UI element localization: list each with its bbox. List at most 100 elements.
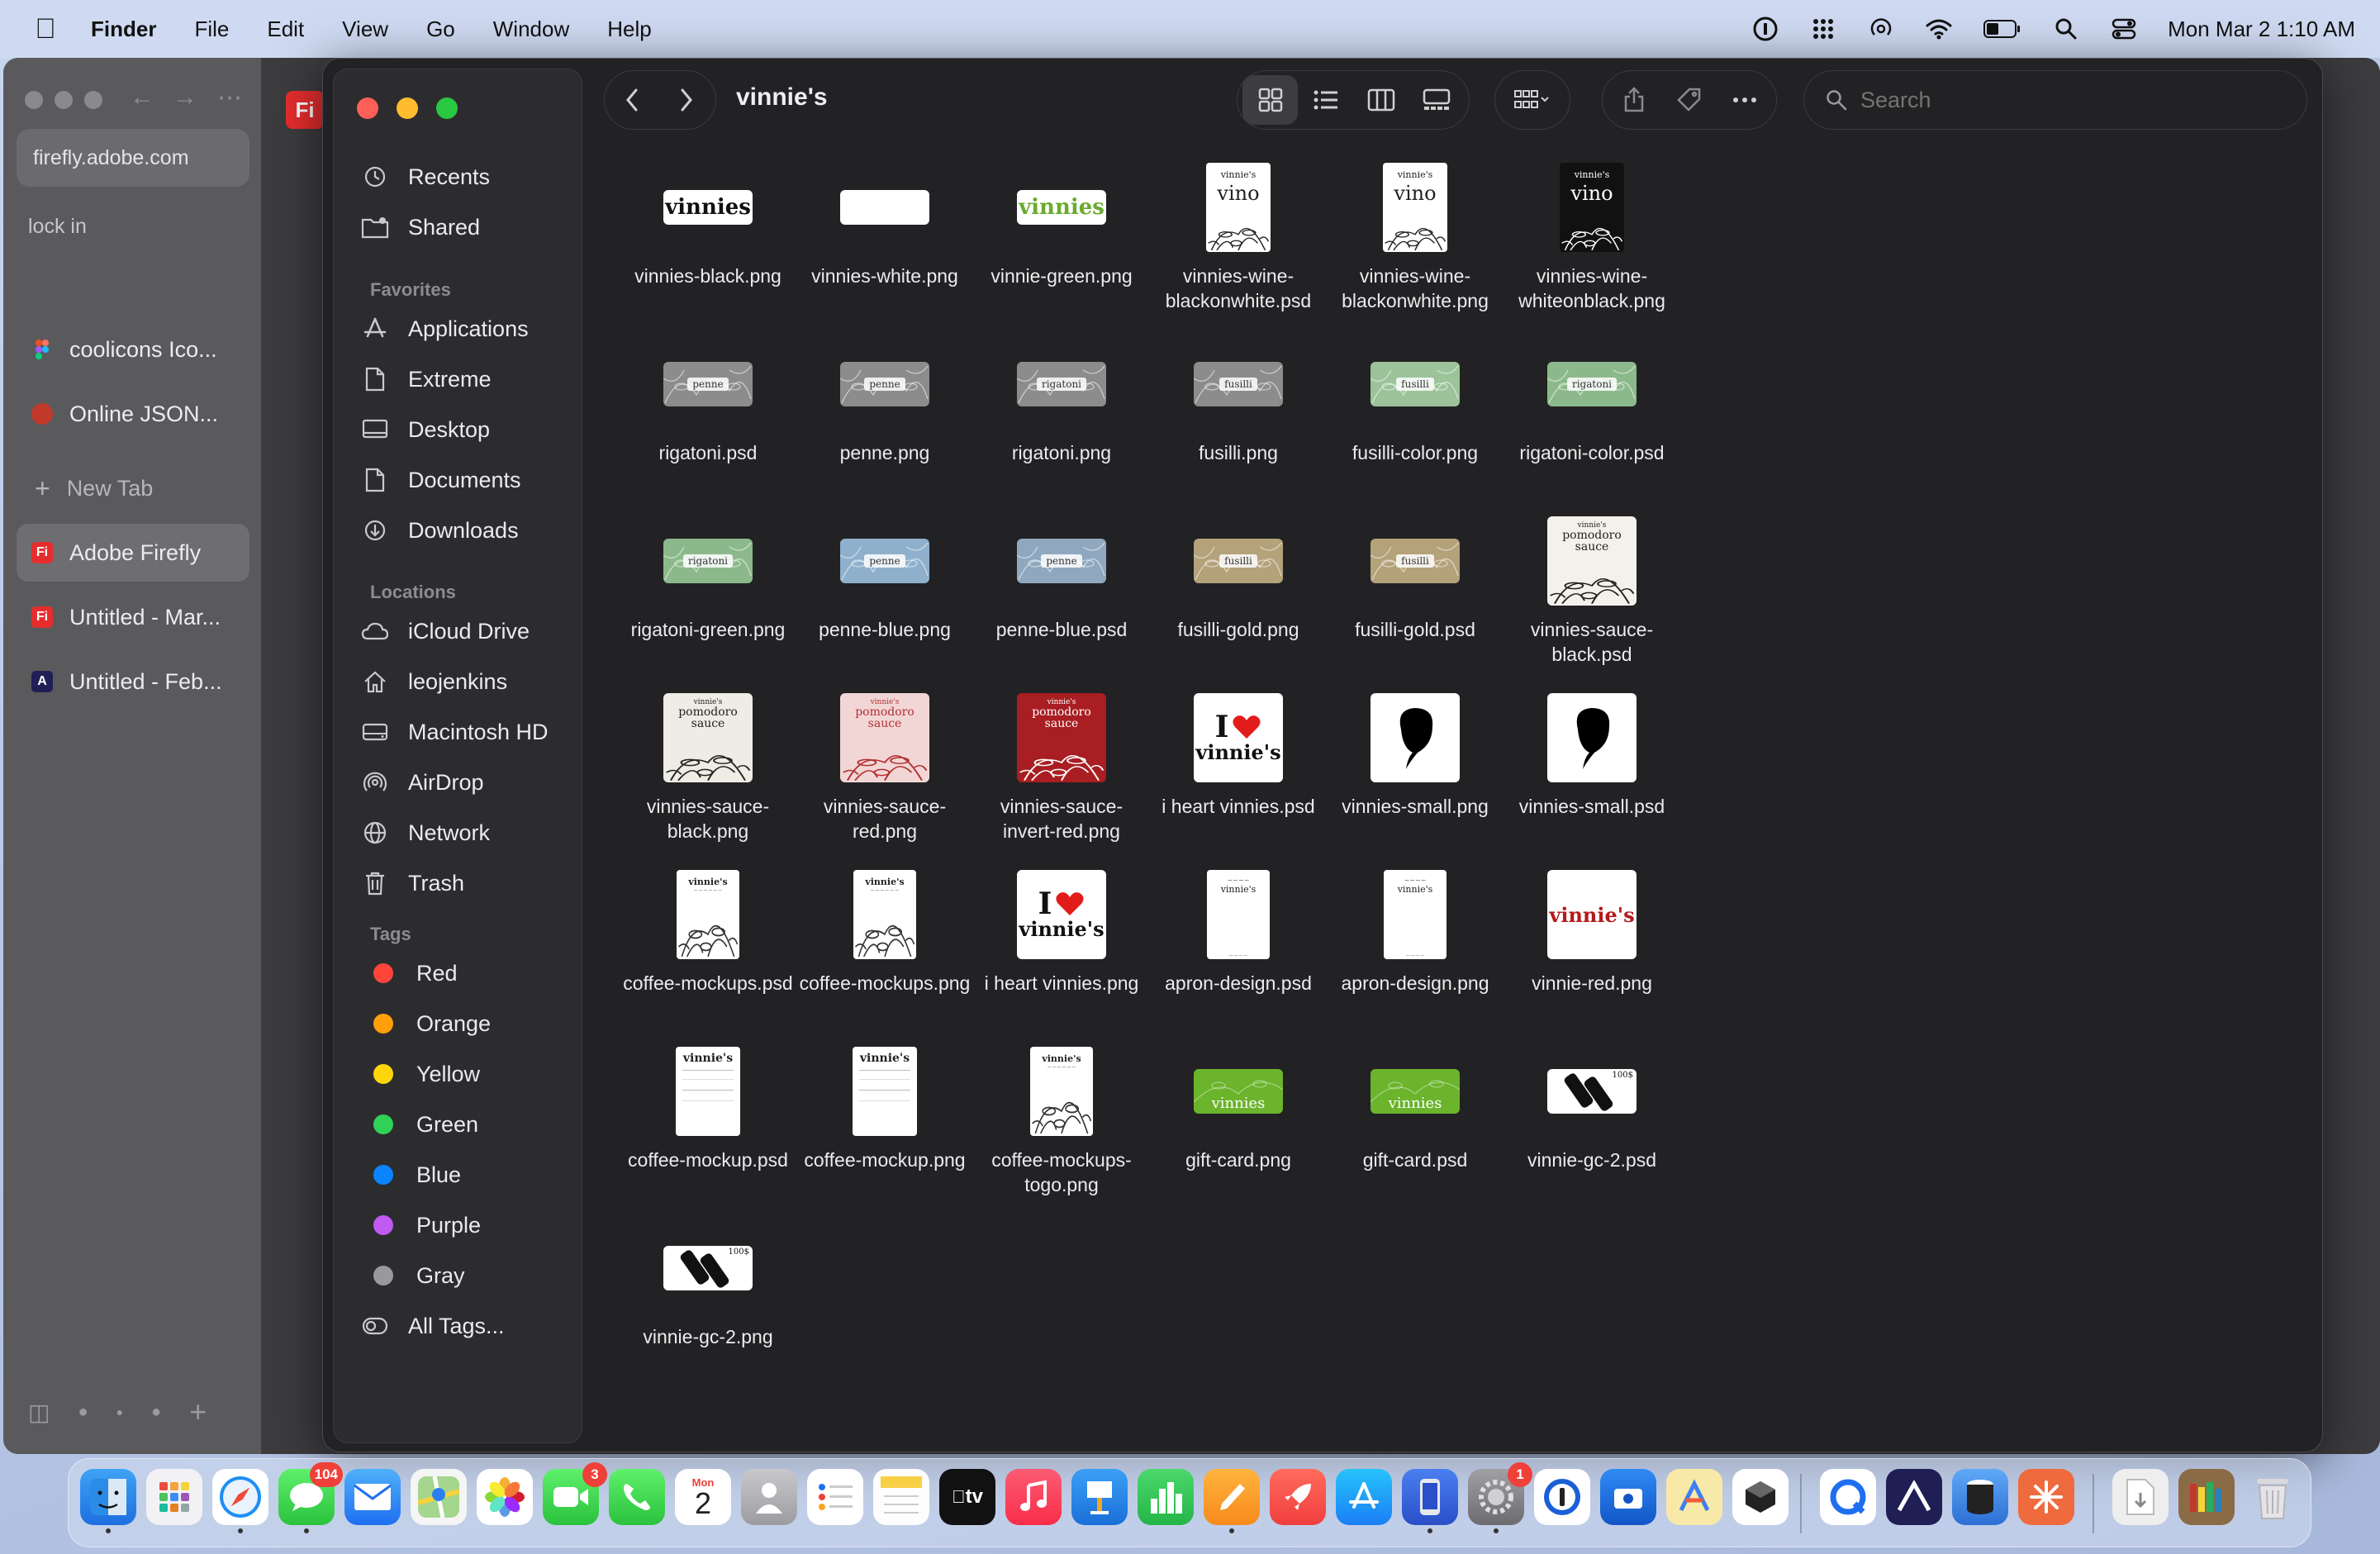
safari-dock-icon[interactable] [212,1469,268,1533]
tag-item-blue[interactable]: Blue [359,1153,575,1196]
file-item[interactable]: vinnies-white.png [797,158,972,323]
photos-dock-icon[interactable] [477,1469,533,1525]
battery-icon[interactable] [1983,15,2022,43]
zoom-button[interactable] [436,97,458,119]
file-item[interactable]: penne penne.png [797,335,972,500]
sidebar-item-macintosh-hd[interactable]: Macintosh HD [359,710,575,753]
apple-menu-icon[interactable]:  [0,13,91,45]
sidebar-item-desktop[interactable]: Desktop [359,408,575,451]
mail-dock-icon[interactable] [344,1469,401,1525]
phone-dock-icon[interactable] [609,1469,665,1525]
sidebar-item-extreme[interactable]: Extreme [359,358,575,401]
tag-item-purple[interactable]: Purple [359,1204,575,1247]
app-store-dock-icon[interactable] [1336,1469,1392,1525]
list-view-button[interactable] [1298,75,1353,125]
artstudio-dock-icon[interactable] [1666,1469,1722,1525]
tag-item-orange[interactable]: Orange [359,1002,575,1045]
maps-dock-icon[interactable] [411,1469,467,1525]
new-tab-button[interactable]: + New Tab [17,459,249,517]
menu-edit[interactable]: Edit [267,17,304,42]
tab-untitled-feb[interactable]: A Untitled - Feb... [17,653,249,710]
file-item[interactable]: ~~~~ vinnie's ~~~~ apron-design.png [1328,865,1503,1030]
wifi-icon[interactable] [1925,15,1953,43]
tag-button[interactable] [1661,75,1717,125]
close-dot[interactable] [25,91,43,109]
airdrop-status-icon[interactable] [1867,15,1895,43]
file-item[interactable]: vinnie's pomodoro sauce vinnies-sauce-red.p… [797,688,972,853]
file-item[interactable]: vinnie's vino vinnies-wine-blackonwhite.pn… [1328,158,1503,323]
contacts-dock-icon[interactable] [741,1469,797,1525]
downloads-stack-icon[interactable] [2112,1469,2169,1525]
file-item[interactable]: vinnies vinnie-green.png [974,158,1149,323]
zoom-dot[interactable] [84,91,102,109]
minimize-dot[interactable] [55,91,73,109]
file-item[interactable]: vinnie's coffee-mockup.png [797,1042,972,1207]
file-item[interactable]: fusilli fusilli-gold.psd [1328,511,1503,677]
minimize-button[interactable] [397,97,418,119]
file-item[interactable]: rigatoni rigatoni-green.png [620,511,796,677]
file-item[interactable]: vinnie's pomodoro sauce vinnies-sauce-black… [1504,511,1679,677]
space-dot-icon[interactable]: ● [151,1403,161,1422]
sidebar-item-applications[interactable]: Applications [359,307,575,350]
sidebar-item-trash[interactable]: Trash [359,862,575,905]
menu-go[interactable]: Go [426,17,455,42]
file-item[interactable]: vinnies-small.psd [1504,688,1679,853]
share-button[interactable] [1606,75,1661,125]
file-item[interactable]: fusilli fusilli-color.png [1328,335,1503,500]
sidebar-item-network[interactable]: Network [359,811,575,854]
launchpad-dock-icon[interactable] [146,1469,202,1525]
file-item[interactable]: vinnie's vino vinnies-wine-blackonwhite.ps… [1151,158,1326,323]
tag-item-yellow[interactable]: Yellow [359,1053,575,1095]
sidebar-item-icloud-drive[interactable]: iCloud Drive [359,610,575,653]
keynote-dock-icon[interactable] [1071,1469,1128,1525]
file-item[interactable]: Ivinnie's i heart vinnies.psd [1151,688,1326,853]
menu-clock[interactable]: Mon Mar 2 1:10 AM [2168,17,2355,42]
simulator-dock-icon[interactable] [1402,1469,1458,1533]
file-item[interactable]: penne penne-blue.psd [974,511,1149,677]
back-arrow-icon[interactable]: ← [126,81,159,114]
file-item[interactable]: vinnie's ~~~~~~ coffee-mockups.png [797,865,972,1030]
password-manager-icon[interactable] [1751,15,1779,43]
url-bar[interactable]: firefly.adobe.com [17,129,249,187]
control-center-icon[interactable] [2110,15,2138,43]
file-item[interactable]: vinnie's vinnie-red.png [1504,865,1679,1030]
cube-app-dock-icon[interactable] [1732,1469,1789,1525]
reminders-dock-icon[interactable] [807,1469,863,1525]
file-item[interactable]: penne penne-blue.png [797,511,972,677]
file-item[interactable]: vinnie's ~~~~~~ coffee-mockups-togo.png [974,1042,1149,1207]
search-field[interactable] [1803,70,2307,130]
1password-dock-icon[interactable] [1534,1469,1590,1525]
file-item[interactable]: fusilli fusilli-gold.png [1151,511,1326,677]
back-button[interactable] [605,75,659,125]
add-space-icon[interactable]: + [189,1395,207,1429]
more-actions-button[interactable] [1717,75,1773,125]
file-item[interactable]: ~~~~ vinnie's ~~~~ apron-design.psd [1151,865,1326,1030]
tab-online-json[interactable]: Online JSON... [17,385,249,443]
books-stack-icon[interactable] [2178,1469,2235,1525]
space-dot-icon[interactable]: ● [78,1403,88,1422]
file-item[interactable]: vinnie's ~~~~~~ coffee-mockups.psd [620,865,796,1030]
file-item[interactable]: 100$ vinnie-gc-2.png [620,1219,796,1384]
file-item[interactable]: vinnies-small.png [1328,688,1503,853]
database-dock-icon[interactable] [1952,1469,2008,1525]
file-item[interactable]: vinnies vinnies-black.png [620,158,796,323]
menu-help[interactable]: Help [607,17,651,42]
sidebar-item-all-tags[interactable]: All Tags... [359,1305,575,1347]
tab-adobe-firefly[interactable]: Fi Adobe Firefly [17,524,249,582]
claude-dock-icon[interactable] [2018,1469,2074,1525]
spotlight-search-icon[interactable] [2052,15,2080,43]
music-dock-icon[interactable] [1005,1469,1062,1525]
quip-dock-icon[interactable] [1820,1469,1876,1525]
file-item[interactable]: 100$ vinnie-gc-2.psd [1504,1042,1679,1207]
tab-untitled-mar[interactable]: Fi Untitled - Mar... [17,588,249,646]
facetime-dock-icon[interactable]: 3 [543,1462,607,1525]
file-item[interactable]: vinnie's pomodoro sauce vinnies-sauce-black… [620,688,796,853]
control-grid-icon[interactable] [1809,15,1837,43]
tag-item-green[interactable]: Green [359,1103,575,1146]
file-item[interactable]: vinnie's pomodoro sauce vinnies-sauce-inver… [974,688,1149,853]
file-item[interactable]: penne rigatoni.psd [620,335,796,500]
sidebar-item-leojenkins[interactable]: leojenkins [359,660,575,703]
pages-dock-icon[interactable] [1204,1469,1260,1533]
file-item[interactable]: vinnie's vino vinnies-wine-whiteonblack.pn… [1504,158,1679,323]
gallery-view-button[interactable] [1409,75,1464,125]
